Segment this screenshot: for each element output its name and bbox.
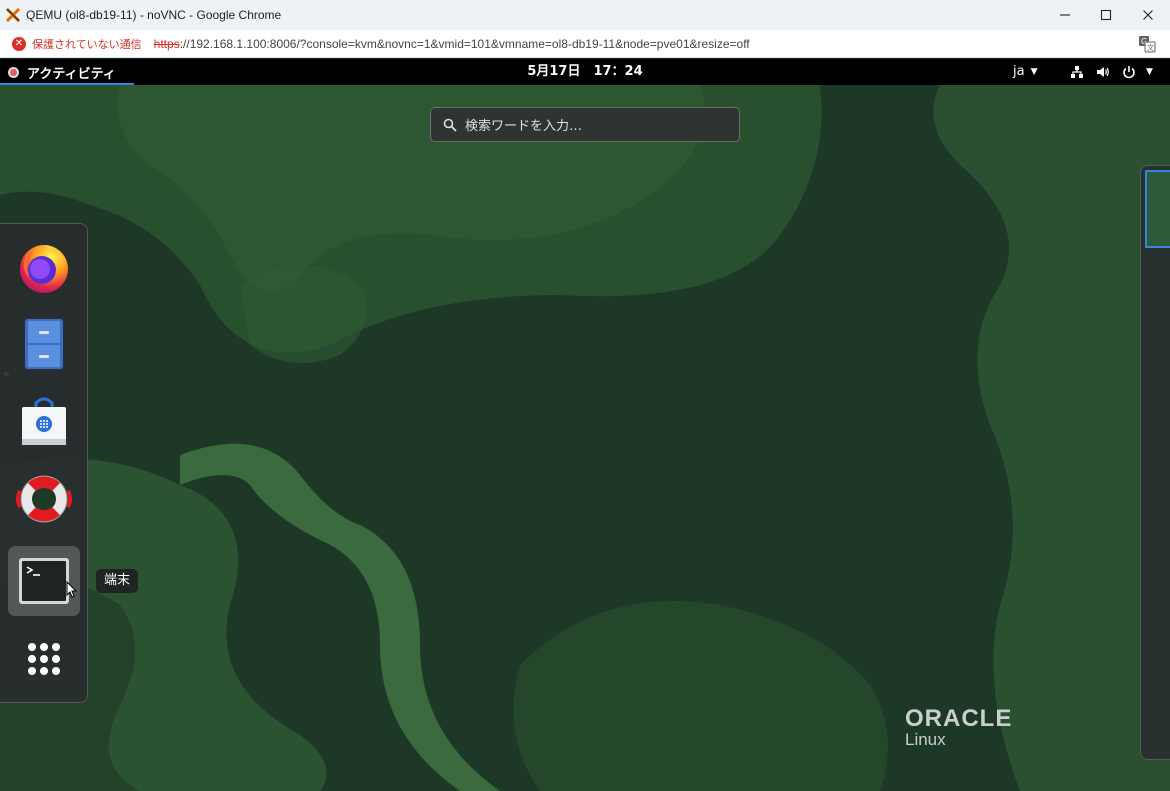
gnome-top-bar: アクティビティ 5月17日 17：24 ja ▼ ▼ [0,59,1170,85]
close-button[interactable] [1127,0,1169,30]
minimize-icon [1060,14,1070,16]
dash-item-firefox[interactable] [8,232,80,302]
dash-item-software[interactable] [8,386,80,456]
oracle-logo-line1: ORACLE [905,705,1013,732]
network-icon[interactable] [1070,65,1084,79]
gnome-overview: 検索ワードを入力… ▶ [0,85,1170,791]
search-placeholder: 検索ワードを入力… [465,119,583,134]
clock[interactable]: 5月17日 17：24 [500,59,670,85]
maximize-button[interactable] [1085,0,1127,30]
terminal-icon [19,558,69,604]
url-text[interactable]: https://192.168.1.100:8006/?console=kvm&… [154,37,750,51]
dash-item-show-applications[interactable] [8,624,80,694]
search-input[interactable]: 検索ワードを入力… [430,107,740,142]
dash [0,223,88,703]
url-rest: ://192.168.1.100:8006/?console=kvm&novnc… [179,36,750,51]
minimize-button[interactable] [1044,0,1086,30]
power-icon[interactable] [1122,65,1136,79]
browser-titlebar: QEMU (ol8-db19-11) - noVNC - Google Chro… [0,0,1170,30]
activities-button[interactable]: アクティビティ [8,59,116,85]
chevron-down-icon: ▼ [1030,67,1038,77]
volume-icon[interactable] [1096,65,1110,79]
mouse-cursor-icon [66,581,78,598]
oracle-logo-line2: Linux [905,730,946,749]
app-grid-icon [28,643,60,675]
search-icon [443,118,457,132]
file-cabinet-icon [25,319,63,369]
translate-icon[interactable]: G 文 [1138,35,1156,53]
workspace-thumbnail[interactable] [1145,170,1170,248]
firefox-icon [20,245,68,293]
security-indicator[interactable]: ✕ 保護されていない通信 [10,34,148,54]
dash-item-help[interactable] [8,464,80,534]
proxmox-logo-icon [6,8,20,22]
activities-logo-icon [8,66,19,78]
security-label: 保護されていない通信 [32,38,142,51]
software-bag-icon [22,397,66,445]
address-bar[interactable]: ✕ 保護されていない通信 https://192.168.1.100:8006/… [0,30,1170,58]
activities-label: アクティビティ [27,66,116,82]
url-scheme: https [153,36,180,51]
workspace-switcher[interactable] [1140,165,1170,760]
language-label: ja [1013,64,1025,79]
window-title: QEMU (ol8-db19-11) - noVNC - Google Chro… [26,8,282,22]
svg-text:文: 文 [1147,43,1154,52]
warning-icon: ✕ [12,36,26,51]
close-icon [1143,10,1153,20]
maximize-icon [1100,9,1112,21]
system-menu-chevron-icon[interactable]: ▼ [1146,59,1153,85]
lifebuoy-icon [16,475,72,523]
wallpaper [0,85,1170,791]
dash-tooltip: 端末 [96,569,139,593]
language-menu[interactable]: ja ▼ [1013,59,1038,85]
dash-item-files[interactable] [8,308,80,378]
oracle-linux-logo: ORACLE Linux [905,705,1012,750]
